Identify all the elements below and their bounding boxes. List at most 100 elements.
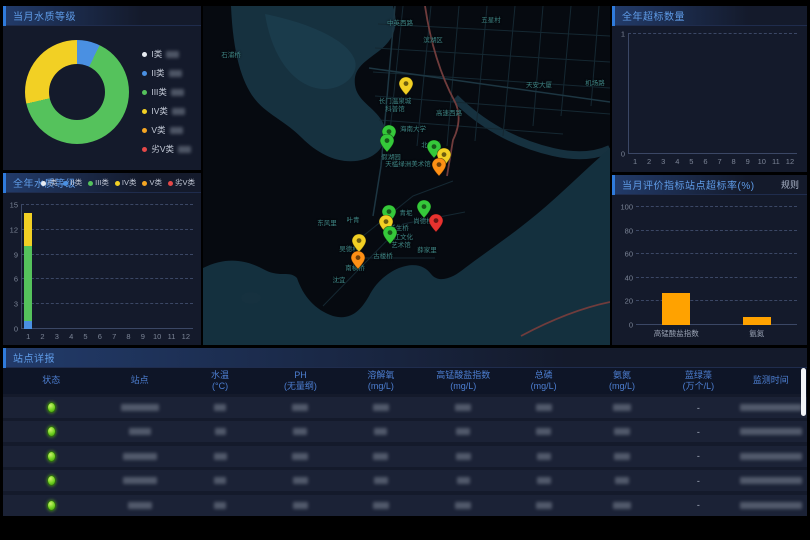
x-axis-tick: 4	[675, 157, 679, 166]
value-redacted	[214, 404, 226, 411]
table-cell	[505, 404, 581, 411]
table-cell	[99, 404, 179, 411]
value-redacted	[292, 453, 308, 460]
table-cell	[99, 477, 179, 484]
value-redacted	[455, 404, 471, 411]
map-place-label: 机场路	[585, 77, 605, 87]
panel-station-table: 站点详报 状态站点水温(°C)PH(无量纲)溶解氧(mg/L)高锰酸盐指数(mg…	[3, 348, 807, 516]
legend-label: III类	[151, 86, 167, 98]
status-indicator-icon	[47, 451, 56, 462]
x-axis-tick: 7	[112, 332, 116, 341]
column-header: 监测时间	[735, 375, 807, 386]
stacked-bar[interactable]	[24, 205, 32, 329]
table-row[interactable]: -	[3, 495, 807, 516]
table-scrollbar[interactable]	[801, 368, 806, 416]
table-cell	[735, 477, 807, 484]
station-pin-icon[interactable]	[432, 158, 446, 176]
bar-segment	[24, 321, 32, 329]
y-axis-tick: 9	[14, 250, 18, 259]
table-row[interactable]: -	[3, 470, 807, 491]
panel-title-bar: 当月评价指标站点超标率(%) 规则	[612, 175, 807, 195]
category-label: 高锰酸盐指数	[654, 328, 699, 339]
map-place-label: 五星村	[481, 14, 501, 24]
legend-value-redacted	[172, 108, 185, 115]
rate-bar[interactable]	[662, 293, 690, 325]
value-redacted	[615, 477, 629, 484]
legend-value-redacted	[169, 70, 182, 77]
legend-value-redacted	[171, 89, 184, 96]
y-axis-tick: 6	[14, 275, 18, 284]
x-axis-tick: 5	[83, 332, 87, 341]
map-canvas[interactable]: 石浦桥中英西路滨湖区五星村天安大厦机场路高速西路长门温泉城科普馆海南大学北亚桥假…	[203, 6, 610, 345]
y-axis-tick: 40	[625, 273, 633, 282]
station-pin-icon[interactable]	[380, 134, 394, 152]
table-cell	[582, 404, 662, 411]
table-cell	[582, 477, 662, 484]
rate-bar-chart: 020406080100高锰酸盐指数氨氮	[636, 207, 797, 325]
legend-dot-icon	[142, 181, 147, 186]
value-redacted	[457, 477, 470, 484]
table-cell	[505, 453, 581, 460]
value-redacted	[740, 453, 802, 460]
table-cell	[341, 453, 421, 460]
y-axis-line	[21, 205, 22, 329]
station-pin-icon[interactable]	[352, 234, 366, 252]
x-axis-tick: 1	[633, 157, 637, 166]
table-cell	[421, 428, 505, 435]
legend-item: IV类	[142, 105, 191, 117]
rate-bar[interactable]	[743, 317, 771, 325]
map-place-label: 古楼桥	[373, 250, 393, 260]
legend-item: V类	[142, 173, 162, 193]
value-redacted	[456, 453, 471, 460]
value-redacted	[374, 428, 387, 435]
table-cell	[421, 477, 505, 484]
column-header: 水温(°C)	[180, 370, 260, 393]
station-pin-icon[interactable]	[429, 214, 443, 232]
table-cell	[341, 502, 421, 509]
column-header: 站点	[99, 375, 179, 386]
station-pin-icon[interactable]	[383, 226, 397, 244]
legend-dot-icon	[142, 71, 147, 76]
station-pin-icon[interactable]	[399, 77, 413, 95]
legend-label: I类	[48, 173, 58, 193]
y-axis-tick: 3	[14, 300, 18, 309]
x-axis-tick: 11	[772, 157, 780, 166]
value-redacted	[614, 428, 630, 435]
value-redacted	[123, 477, 157, 484]
table-cell	[99, 453, 179, 460]
table-cell	[180, 428, 260, 435]
table-cell	[582, 428, 662, 435]
table-row[interactable]: -	[3, 421, 807, 442]
table-row[interactable]: -	[3, 397, 807, 418]
value-redacted	[740, 404, 802, 411]
table-cell	[260, 477, 340, 484]
table-cell	[505, 477, 581, 484]
legend-item: V类	[142, 124, 191, 136]
column-header: 总磷(mg/L)	[505, 370, 581, 393]
table-cell	[582, 453, 662, 460]
table-cell	[260, 453, 340, 460]
x-axis-tick: 12	[786, 157, 794, 166]
legend-value-redacted	[178, 146, 191, 153]
y-axis-tick: 0	[14, 325, 18, 334]
status-indicator-icon	[47, 475, 56, 486]
column-header: 溶解氧(mg/L)	[341, 370, 421, 393]
dashboard: 当月水质等级 I类II类III类IV类V类劣V类 全年水质等级 I类II类III…	[0, 0, 810, 540]
rules-button[interactable]: 规则	[781, 175, 799, 195]
map-place-label: 东风里	[317, 217, 337, 227]
table-cell	[582, 502, 662, 509]
station-pin-icon[interactable]	[351, 251, 365, 269]
table-row[interactable]: -	[3, 446, 807, 467]
gridline	[636, 230, 797, 231]
map-place-label: 海南大学	[400, 123, 426, 133]
value-redacted	[456, 428, 470, 435]
table-cell	[260, 428, 340, 435]
value-redacted	[129, 428, 151, 435]
x-axis-tick: 3	[661, 157, 665, 166]
column-header: 蓝绿藻(万个/L)	[662, 370, 734, 393]
x-axis-tick: 10	[153, 332, 161, 341]
table-cell	[735, 404, 807, 411]
table-cell	[735, 453, 807, 460]
legend-item: 劣V类	[142, 143, 191, 155]
gridline	[636, 253, 797, 254]
